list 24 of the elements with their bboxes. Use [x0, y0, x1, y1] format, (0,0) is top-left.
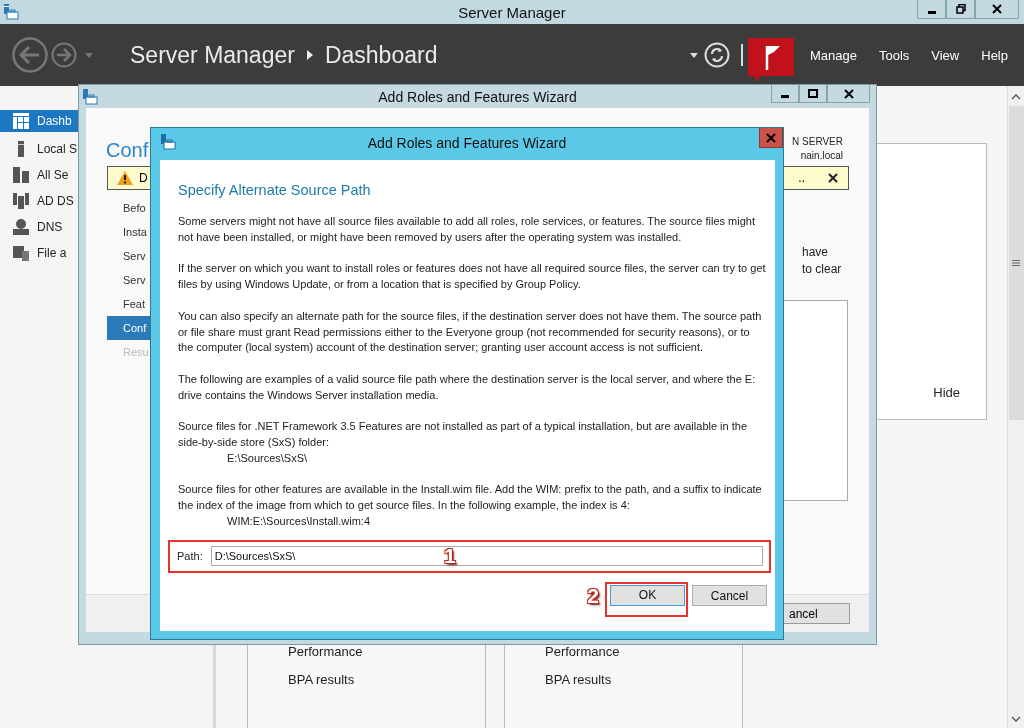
- server-name: N SERVER: [792, 135, 843, 149]
- dialog-heading: Specify Alternate Source Path: [178, 182, 372, 198]
- step-number: 1: [444, 543, 456, 568]
- server-name: nain.local: [800, 149, 843, 163]
- paragraph: The following are examples of a valid source file path where the destination server is the local server, and where the E: drive contains the Windows Server installation media.: [178, 371, 757, 403]
- paragraph: If the server on which you want to install roles or features does not have all required source files, the server can try to get files by using Windows Update, or from a location that is specified by Group Policy.: [178, 261, 767, 293]
- paragraph: You can also specify an alternate path for the source files, if the destination server does not have them. The source path or file share must grant Read permissions either to the Everyone group (not recommended for security reasons), or to the computer (local system) account of the destination server; granting user account access is not sufficient.: [178, 308, 763, 356]
- warning-text: D: [139, 171, 148, 185]
- description-text: have: [802, 244, 829, 261]
- step-number: 2: [587, 583, 599, 608]
- paragraph: Some servers might not have all source files available to add all roles, role services, or features. The source files might not have been installed, or might have been removed by users after the operating system was installed.: [178, 214, 756, 245]
- paragraph: Source files for .NET Framework 3.5 Features are not installed as part of a typical installation, but are available in the side-by-side store (SxS) folder:: [178, 419, 749, 451]
- warning-text: ..: [798, 171, 805, 185]
- breadcrumb-item: Server Manager: [130, 41, 295, 69]
- window-title: Add Roles and Features Wizard: [378, 88, 577, 105]
- paragraph: Source files for other features are available in the Install.wim file. Add the WIM: prefix to the path, and a suffix to indicate the index of the image from which to get source files. In the following example, the index is 4:: [178, 482, 763, 514]
- dialog-title: Add Roles and Features Wizard: [367, 135, 567, 151]
- window-title: Server Manager: [458, 3, 566, 21]
- path-label: Path:: [177, 550, 203, 563]
- breadcrumb-item: Dashboard: [324, 41, 438, 69]
- page-heading: Conf: [106, 139, 149, 163]
- example-path: WIM:E:\Sources\Install.wim:4: [226, 513, 372, 529]
- description-text: to clear: [802, 261, 842, 278]
- example-path: E:\Sources\SxS\: [226, 450, 309, 466]
